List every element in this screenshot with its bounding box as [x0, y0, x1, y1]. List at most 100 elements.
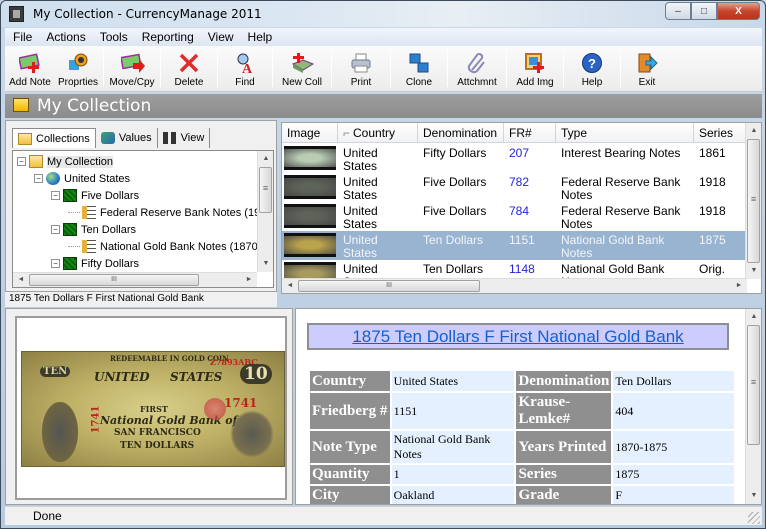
vignette-right [230, 410, 274, 458]
tree-node-label: My Collection [47, 155, 114, 168]
column-series[interactable]: Series [694, 123, 747, 143]
details-table: Country United States Denomination Ten Doll… [308, 369, 736, 504]
scroll-down-icon[interactable]: ▼ [258, 256, 273, 272]
menu-view[interactable]: View [208, 30, 234, 44]
note-thumbnail-cell [282, 144, 338, 173]
minimize-icon: – [675, 5, 681, 17]
banknote-icon [63, 223, 77, 236]
cell-fr: 1151 [509, 233, 535, 247]
scroll-up-icon[interactable]: ▲ [746, 123, 761, 139]
banknote-icon [63, 189, 77, 202]
find-button[interactable]: A Find [220, 46, 270, 91]
collapse-icon[interactable]: − [51, 225, 60, 234]
maximize-button[interactable]: □ [691, 2, 717, 20]
grid-row[interactable]: United States Ten Dollars 1151 National Gol… [282, 231, 747, 260]
details-pane: 1875 Ten Dollars F First National Gold B… [295, 308, 762, 505]
cell-series: 1861 [699, 146, 726, 160]
grid-vertical-scrollbar[interactable]: ▲ ≡ ▼ [745, 123, 761, 279]
scroll-up-icon[interactable]: ▲ [258, 151, 273, 167]
scroll-thumb[interactable]: ≡ [747, 325, 760, 445]
tree-horizontal-scrollbar[interactable]: ◄ III ► [13, 272, 257, 287]
detail-value: National Gold Bank Notes [389, 429, 517, 465]
tab-collections[interactable]: Collections [12, 128, 96, 148]
detail-label: Friedberg # [308, 391, 392, 431]
tab-values[interactable]: Values [95, 128, 158, 148]
detail-title-link[interactable]: 1875 Ten Dollars F First National Gold B… [307, 323, 729, 350]
scroll-right-icon[interactable]: ► [241, 273, 257, 287]
menu-file[interactable]: File [13, 30, 32, 44]
grid-row[interactable]: United States Five Dollars 782 Federal Rese… [282, 173, 747, 202]
toolbar-separator [563, 50, 564, 87]
scroll-left-icon[interactable]: ◄ [13, 273, 29, 287]
note-thumbnail [284, 233, 336, 257]
exit-label: Exit [638, 77, 656, 88]
add-note-button[interactable]: Add Note [5, 46, 55, 91]
column-denomination[interactable]: Denomination [418, 123, 504, 143]
collapse-icon[interactable]: − [51, 259, 60, 268]
tree-node[interactable]: National Gold Bank Notes (1870 [68, 238, 258, 255]
values-icon [100, 132, 115, 144]
scroll-thumb[interactable]: ≡ [259, 167, 272, 213]
tree-node[interactable]: Federal Reserve Bank Notes (19 [68, 204, 260, 221]
attachment-button[interactable]: Attchmnt [450, 46, 504, 91]
tree-node[interactable]: − Fifty Dollars [51, 255, 139, 272]
scroll-left-icon[interactable]: ◄ [282, 279, 298, 293]
scroll-down-icon[interactable]: ▼ [746, 263, 761, 279]
column-country[interactable]: ⌐ Country [338, 123, 418, 143]
add-image-button[interactable]: Add Img [509, 46, 561, 91]
grid-row[interactable]: United States Fifty Dollars 207 Interest Be… [282, 144, 747, 173]
menu-actions[interactable]: Actions [46, 30, 85, 44]
collapse-icon[interactable]: − [51, 191, 60, 200]
delete-button[interactable]: Delete [163, 46, 215, 91]
menu-help[interactable]: Help [248, 30, 273, 44]
scroll-down-icon[interactable]: ▼ [746, 488, 761, 504]
scroll-right-icon[interactable]: ► [731, 279, 747, 293]
tree-node-label: Federal Reserve Bank Notes (19 [100, 206, 261, 219]
scroll-thumb[interactable]: III [29, 274, 199, 286]
help-button[interactable]: ? Help [566, 46, 618, 91]
print-button[interactable]: Print [334, 46, 388, 91]
exit-button[interactable]: Exit [623, 46, 671, 91]
attachment-label: Attchmnt [457, 77, 497, 88]
grid-row[interactable]: United States Five Dollars 784 Federal Rese… [282, 202, 747, 231]
move-copy-label: Move/Cpy [109, 77, 155, 88]
title-bar[interactable]: My Collection - CurrencyManage 2011 – □ … [1, 1, 765, 27]
details-vertical-scrollbar[interactable]: ▲ ≡ ▼ [745, 309, 761, 504]
tree-vertical-scrollbar[interactable]: ▲ ≡ ▼ [257, 151, 273, 272]
grid-horizontal-scrollbar[interactable]: ◄ III ► [282, 278, 747, 293]
scroll-thumb[interactable]: III [298, 280, 480, 292]
column-fr[interactable]: FR# [504, 123, 556, 143]
menu-reporting[interactable]: Reporting [142, 30, 194, 44]
detail-label: Denomination [514, 369, 614, 393]
collection-header: My Collection [5, 94, 762, 118]
folder-icon [13, 98, 29, 112]
column-image[interactable]: Image [282, 123, 338, 143]
collapse-icon[interactable]: − [34, 174, 43, 183]
print-icon [350, 52, 372, 74]
banknote-image[interactable]: REDEEMABLE IN GOLD COIN Z7893ABC TEN UNI… [21, 351, 285, 467]
move-copy-button[interactable]: Move/Cpy [106, 46, 158, 91]
detail-value: Oakland [389, 484, 517, 504]
resize-grip[interactable] [748, 512, 760, 524]
note-thumbnail [284, 146, 336, 170]
tree-node[interactable]: − United States [34, 170, 130, 187]
clone-button[interactable]: Clone [393, 46, 445, 91]
properties-button[interactable]: Proprties [55, 46, 101, 91]
scroll-thumb[interactable]: ≡ [747, 139, 760, 263]
menu-tools[interactable]: Tools [100, 30, 128, 44]
new-collection-label: New Coll [281, 77, 322, 88]
column-type[interactable]: Type [556, 123, 694, 143]
cell-country: United States [343, 233, 378, 260]
minimize-button[interactable]: – [665, 2, 691, 20]
scroll-up-icon[interactable]: ▲ [746, 309, 761, 325]
tab-view[interactable]: View [157, 128, 211, 148]
new-collection-button[interactable]: New Coll [275, 46, 329, 91]
cell-fr: 784 [509, 204, 530, 218]
tree-node[interactable]: − My Collection [17, 153, 114, 170]
folder-icon [18, 132, 32, 145]
tree-node[interactable]: − Five Dollars [51, 187, 139, 204]
collapse-icon[interactable]: − [17, 157, 26, 166]
column-country-label: Country [353, 126, 396, 140]
close-button[interactable]: X [717, 2, 760, 20]
tree-node[interactable]: − Ten Dollars [51, 221, 136, 238]
